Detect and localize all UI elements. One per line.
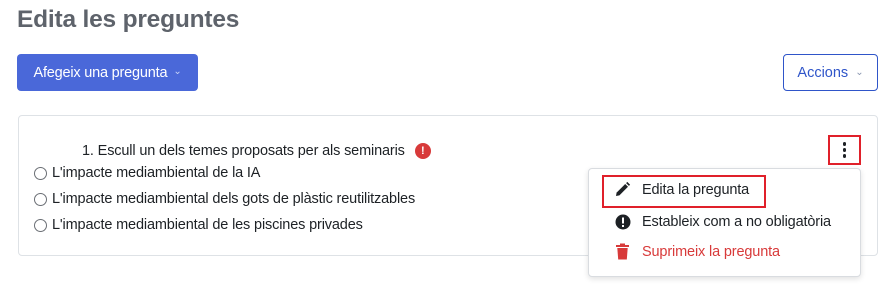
radio-option[interactable]: L'impacte mediambiental dels gots de plà… [34, 191, 415, 207]
menu-item-set-not-required[interactable]: Estableix com a no obligatòria [614, 213, 831, 230]
option-label: L'impacte mediambiental de la IA [52, 165, 261, 181]
kebab-menu-icon [842, 142, 847, 146]
add-question-button[interactable]: Afegeix una pregunta ⌄ [17, 54, 198, 91]
highlight-box [602, 175, 766, 208]
radio-option[interactable]: L'impacte mediambiental de la IA [34, 165, 260, 181]
trash-icon [614, 243, 631, 260]
radio-option[interactable]: L'impacte mediambiental de les piscines … [34, 217, 363, 233]
exclamation-circle-icon: ! [414, 143, 431, 159]
radio-button[interactable] [34, 218, 47, 232]
option-label: L'impacte mediambiental dels gots de plà… [52, 191, 416, 207]
exclamation-circle-icon [614, 213, 631, 230]
more-options-button[interactable] [828, 135, 861, 165]
chevron-down-icon: ⌄ [173, 66, 182, 77]
actions-label: Accions [797, 64, 849, 81]
page-title: Edita les preguntes [17, 6, 240, 33]
kebab-dot [842, 154, 847, 158]
kebab-dot [842, 148, 847, 152]
radio-button[interactable] [34, 166, 47, 180]
menu-item-label: Suprimeix la pregunta [642, 243, 780, 260]
menu-item-delete-question[interactable]: Suprimeix la pregunta [614, 243, 780, 260]
option-label: L'impacte mediambiental de les piscines … [52, 217, 363, 233]
chevron-down-icon: ⌄ [855, 67, 864, 78]
add-question-label: Afegeix una pregunta [33, 64, 168, 81]
question-title: 1. Escull un dels temes proposats per al… [82, 143, 431, 159]
actions-button[interactable]: Accions ⌄ [783, 54, 878, 91]
menu-item-label: Estableix com a no obligatòria [642, 213, 831, 230]
question-title-text: 1. Escull un dels temes proposats per al… [82, 143, 405, 159]
radio-button[interactable] [34, 192, 47, 206]
